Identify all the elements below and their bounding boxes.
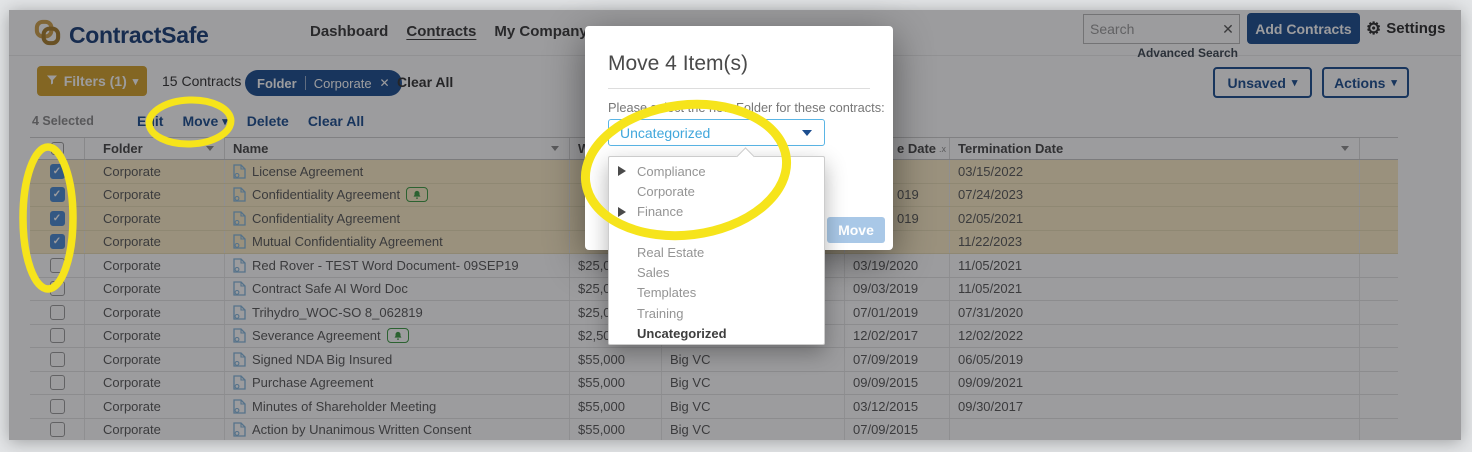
folder-option-label: Corporate	[637, 183, 695, 199]
folder-option-label: Finance	[637, 204, 684, 220]
folder-option-compliance[interactable]: Compliance	[609, 161, 824, 181]
folder-option-label: Real Estate	[637, 244, 705, 260]
folder-option-obscured[interactable]	[609, 222, 824, 242]
folder-option-training[interactable]: Training	[609, 303, 824, 323]
folder-option-label: Uncategorized	[637, 326, 727, 342]
folder-option-label: Templates	[637, 285, 697, 301]
modal-divider	[608, 88, 870, 89]
folder-option-uncategorized[interactable]: Uncategorized	[609, 323, 824, 343]
folder-option-templates[interactable]: Templates	[609, 283, 824, 303]
folder-option-sales[interactable]: Sales	[609, 262, 824, 282]
folder-select[interactable]: Uncategorized	[608, 119, 825, 146]
folder-option-finance[interactable]: Finance	[609, 202, 824, 222]
folder-dropdown-panel: Compliance Corporate Finance Real Estate Sal…	[608, 147, 825, 345]
folder-options-list: Compliance Corporate Finance Real Estate Sal…	[609, 161, 824, 344]
folder-option-label: Training	[637, 305, 684, 321]
modal-title: Move 4 Item(s)	[608, 52, 749, 75]
folder-option-label: Compliance	[637, 163, 706, 179]
select-caret-icon	[802, 129, 812, 136]
folder-select-value: Uncategorized	[620, 124, 711, 141]
folder-option-label: Sales	[637, 265, 670, 281]
expand-arrow-icon[interactable]	[618, 206, 626, 217]
screenshot-frame: ContractSafe Dashboard Contracts My Compan…	[0, 0, 1472, 452]
folder-option-corporate[interactable]: Corporate	[609, 181, 824, 201]
move-confirm-button[interactable]: Move	[827, 217, 885, 243]
folder-option-real-estate[interactable]: Real Estate	[609, 242, 824, 262]
modal-instruction: Please select the new Folder for these c…	[608, 100, 885, 115]
expand-arrow-icon[interactable]	[618, 166, 626, 177]
